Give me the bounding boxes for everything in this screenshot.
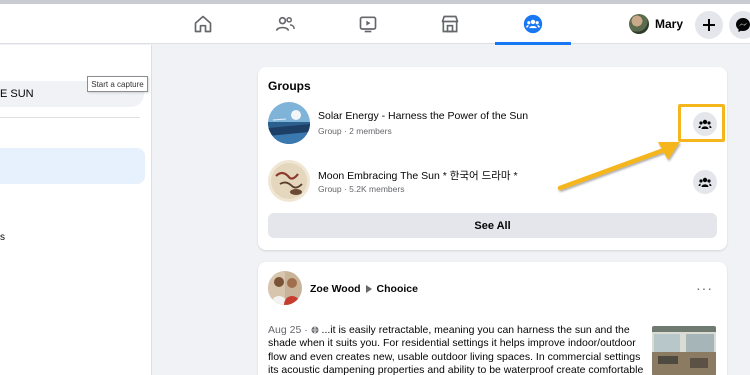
groups-heading: Groups: [268, 79, 311, 93]
post-body: Aug 25 · ...it is easily retractable, me…: [268, 324, 646, 375]
group-title[interactable]: Solar Energy - Harness the Power of the …: [318, 110, 528, 122]
globe-icon: [311, 326, 319, 334]
see-all-button[interactable]: See All: [268, 213, 717, 238]
sidebar-item-label: s: [0, 232, 5, 243]
nav-tab-friends[interactable]: [247, 4, 323, 44]
group-avatar-moon: [268, 160, 310, 202]
left-sidebar: E SUN s: [0, 45, 152, 375]
post-menu-button[interactable]: ···: [696, 280, 713, 296]
top-navbar: Mary: [0, 4, 750, 45]
sidebar-search-text: E SUN: [0, 88, 34, 100]
capture-tooltip: Start a capture: [87, 76, 148, 92]
group-members-icon: [698, 177, 712, 187]
friends-icon: [275, 16, 295, 31]
group-meta: Group · 2 members: [318, 126, 392, 136]
messenger-icon: [736, 18, 750, 32]
nav-tab-watch[interactable]: [330, 4, 406, 44]
video-icon: [359, 16, 377, 33]
group-avatar-solar: [268, 102, 310, 144]
sidebar-item-active[interactable]: [0, 148, 145, 184]
post-group-name[interactable]: Chooice: [377, 283, 418, 295]
profile-chip[interactable]: Mary: [629, 10, 683, 38]
group-members-button[interactable]: [693, 170, 717, 194]
plus-icon: [703, 19, 715, 31]
patio-photo: [652, 326, 716, 375]
sidebar-divider: [0, 117, 140, 118]
home-icon: [194, 15, 212, 33]
post-text: ...it is easily retractable, meaning you…: [268, 324, 644, 375]
nav-tab-marketplace[interactable]: [412, 4, 488, 44]
post-card: Zoe Wood Chooice ··· Aug 25 · ...it is e…: [258, 262, 727, 375]
group-meta: Group · 5.2K members: [318, 184, 405, 194]
annotation-arrow: [557, 142, 680, 191]
create-button[interactable]: [695, 11, 723, 39]
solar-panels-image: [268, 102, 310, 144]
groups-icon: [523, 14, 543, 34]
post-date[interactable]: Aug 25 ·: [268, 324, 311, 336]
messenger-button[interactable]: [729, 11, 750, 39]
caret-right-icon: [365, 285, 372, 293]
post-author-name[interactable]: Zoe Wood: [310, 283, 361, 295]
author-photo: [268, 271, 302, 305]
drama-poster-image: [268, 160, 310, 202]
nav-tab-home[interactable]: [165, 4, 241, 44]
store-icon: [441, 15, 459, 33]
avatar: [629, 14, 649, 34]
group-title[interactable]: Moon Embracing The Sun * 한국어 드라마 *: [318, 168, 518, 183]
nav-tab-groups[interactable]: [495, 4, 571, 45]
post-thumbnail[interactable]: [652, 326, 716, 375]
post-author-avatar[interactable]: [268, 271, 302, 305]
post-author-line: Zoe Wood Chooice: [310, 283, 418, 295]
profile-name: Mary: [655, 17, 684, 31]
